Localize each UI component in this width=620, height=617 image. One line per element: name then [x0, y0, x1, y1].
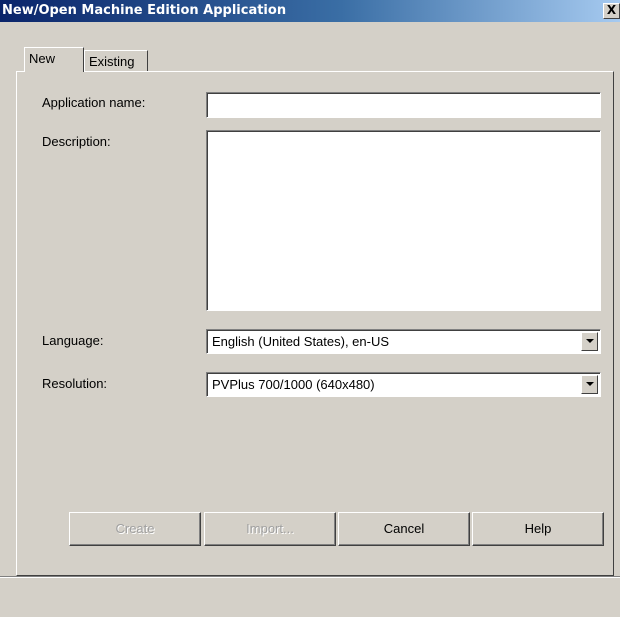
- tab-new[interactable]: New: [24, 47, 84, 72]
- title-bar[interactable]: New/Open Machine Edition Application X: [0, 0, 620, 22]
- bottom-separator: [0, 576, 620, 578]
- tab-existing-label: Existing: [89, 54, 135, 69]
- dialog-window: New/Open Machine Edition Application X N…: [0, 0, 620, 617]
- window-title: New/Open Machine Edition Application: [2, 3, 287, 18]
- close-button[interactable]: X: [603, 3, 620, 19]
- tab-new-label: New: [29, 51, 56, 66]
- tab-existing[interactable]: Existing: [84, 50, 148, 72]
- close-icon: X: [606, 3, 617, 17]
- tab-panel-new: [16, 71, 614, 576]
